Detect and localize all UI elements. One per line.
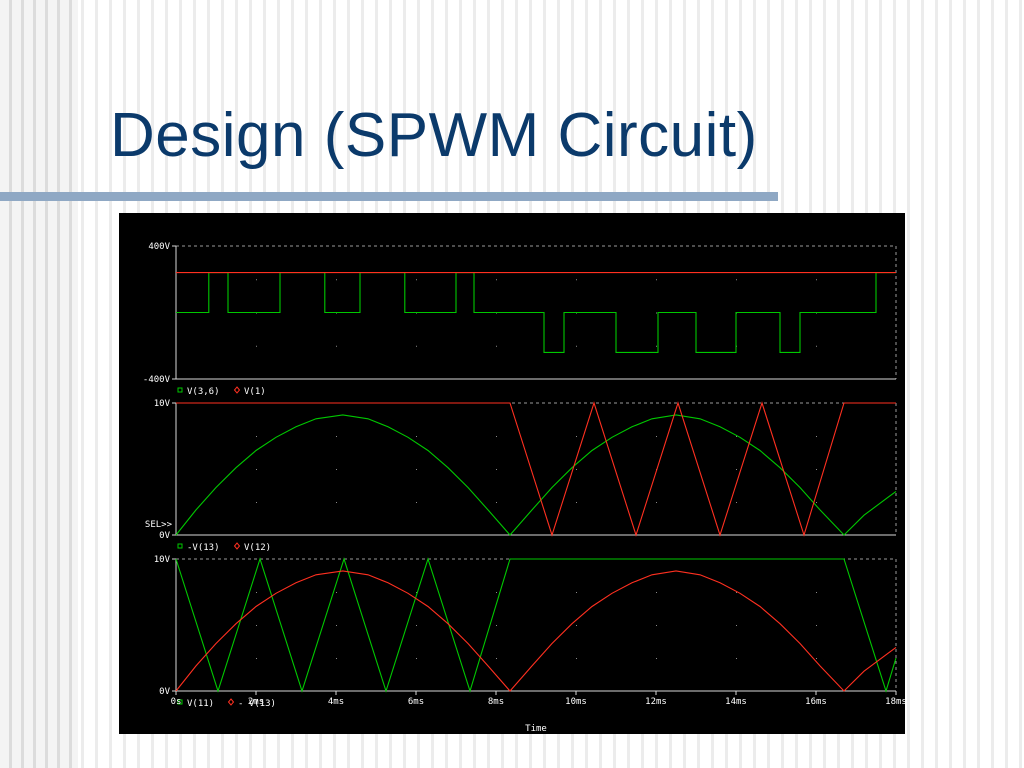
legend-marker-square (177, 387, 183, 393)
grid-dot (656, 592, 657, 593)
legend-label: V(3,6) (187, 387, 220, 397)
legend-marker-diamond (233, 386, 241, 394)
grid-dot (416, 658, 417, 659)
grid-dot (736, 658, 737, 659)
grid-dot (416, 502, 417, 503)
grid-dot (496, 279, 497, 281)
grid-dot (256, 502, 257, 503)
x-tick-label: 6ms (408, 697, 424, 707)
grid-dot (656, 345, 657, 347)
y-tick-label: 0V (159, 687, 170, 697)
grid-dot (336, 345, 337, 347)
y-tick-label: 10V (154, 399, 171, 409)
grid-dot (496, 502, 497, 503)
grid-dot (336, 658, 337, 659)
grid-dot (576, 436, 577, 437)
grid-dot (256, 345, 257, 347)
grid-dot (336, 279, 337, 281)
grid-dot (816, 345, 817, 347)
legend-label: V(11) (187, 699, 214, 709)
legend-label: -V(13) (187, 543, 220, 553)
grid-dot (496, 658, 497, 659)
grid-dot (336, 469, 337, 470)
x-tick-label: 16ms (805, 697, 827, 707)
series-line-v12 (176, 401, 896, 537)
grid-dot (656, 436, 657, 437)
grid-dot (416, 436, 417, 437)
grid-dot (576, 345, 577, 347)
grid-dot (736, 625, 737, 626)
grid-dot (256, 625, 257, 626)
waveform-chart: 400V-400VV(3,6) V(1)10V0VSEL>>-V(13) V(12)… (143, 242, 905, 734)
grid-dot (816, 436, 817, 437)
grid-dot (256, 469, 257, 470)
grid-dot (576, 658, 577, 659)
grid-dot (496, 469, 497, 470)
x-axis-label: Time (525, 724, 547, 734)
x-tick-label: 12ms (645, 697, 667, 707)
grid-dot (816, 625, 817, 626)
grid-dot (576, 592, 577, 593)
grid-dot (736, 469, 737, 470)
y-tick-label: 0V (159, 531, 170, 541)
grid-dot (656, 279, 657, 281)
legend-marker-diamond (233, 542, 241, 550)
grid-dot (336, 625, 337, 626)
series-line-v11 (175, 557, 897, 693)
grid-dot (336, 592, 337, 593)
x-tick-label: 4ms (328, 697, 344, 707)
x-tick-label: 10ms (565, 697, 587, 707)
grid-dot (416, 345, 417, 347)
legend-marker-diamond (227, 698, 235, 706)
series-line-v36 (176, 272, 896, 353)
y-tick-label: 10V (154, 555, 171, 565)
slide-title: Design (SPWM Circuit) (110, 101, 758, 170)
grid-dot (496, 592, 497, 593)
grid-dot (256, 658, 257, 659)
grid-dot (416, 625, 417, 626)
x-tick-label: 14ms (725, 697, 747, 707)
grid-dot (336, 436, 337, 437)
grid-dot (416, 469, 417, 470)
oscilloscope-plot: 400V -400V V(3,6) V(1) 10V 0V SEL>> -V(13) V(12)… (119, 213, 905, 734)
grid-dot (496, 345, 497, 347)
title-underline (0, 192, 778, 201)
grid-dot (736, 502, 737, 503)
legend-label: V(1) (244, 387, 266, 397)
grid-dot (256, 279, 257, 281)
x-tick-label: 0s (171, 697, 182, 707)
x-tick-label: 2ms (248, 697, 264, 707)
grid-dot (576, 625, 577, 626)
grid-dot (736, 279, 737, 281)
y-tick-label: -400V (143, 375, 171, 385)
series-line-v13 (175, 414, 897, 536)
grid-dot (576, 469, 577, 470)
x-tick-label: 18ms (885, 697, 905, 707)
series-line-v13 (175, 570, 897, 692)
grid-dot (816, 279, 817, 281)
grid-dot (496, 625, 497, 626)
grid-dot (656, 502, 657, 503)
grid-dot (656, 625, 657, 626)
grid-dot (576, 279, 577, 281)
x-tick-label: 8ms (488, 697, 504, 707)
grid-dot (576, 502, 577, 503)
grid-dot (336, 502, 337, 503)
grid-dot (816, 469, 817, 470)
grid-dot (816, 592, 817, 593)
grid-dot (656, 658, 657, 659)
grid-dot (656, 312, 657, 314)
grid-dot (816, 502, 817, 503)
legend-marker-square (177, 543, 183, 549)
grid-dot (816, 658, 817, 659)
grid-dot (256, 592, 257, 593)
y-tick-label: 400V (148, 242, 170, 252)
left-stripe-band (0, 0, 78, 768)
grid-dot (416, 279, 417, 281)
grid-dot (256, 436, 257, 437)
sel-marker-label: SEL>> (145, 520, 173, 530)
legend-label: V(12) (244, 543, 271, 553)
grid-dot (496, 436, 497, 437)
